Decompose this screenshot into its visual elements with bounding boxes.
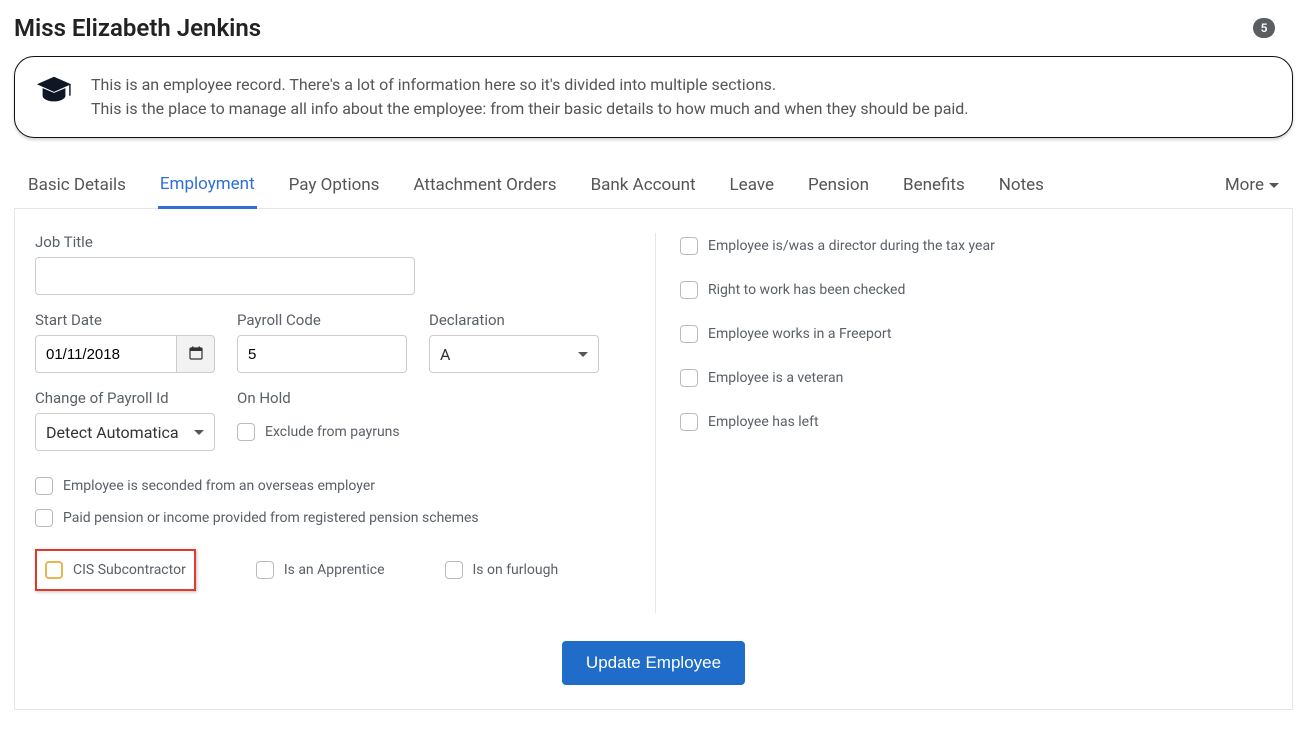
apprentice-checkbox[interactable] xyxy=(256,561,274,579)
chevron-down-icon xyxy=(1269,183,1279,188)
tab-pension[interactable]: Pension xyxy=(806,163,871,207)
furlough-label: Is on furlough xyxy=(473,562,559,578)
declaration-label: Declaration xyxy=(429,311,599,329)
date-picker-button[interactable] xyxy=(177,335,215,373)
director-label: Employee is/was a director during the ta… xyxy=(708,238,995,254)
change-payroll-id-label: Change of Payroll Id xyxy=(35,389,215,407)
tab-pay-options[interactable]: Pay Options xyxy=(287,163,382,207)
tab-benefits[interactable]: Benefits xyxy=(901,163,967,207)
tab-employment[interactable]: Employment xyxy=(158,162,257,209)
apprentice-label: Is an Apprentice xyxy=(284,562,385,578)
payroll-code-label: Payroll Code xyxy=(237,311,407,329)
info-line-1: This is an employee record. There's a lo… xyxy=(91,73,969,97)
exclude-payruns-checkbox[interactable] xyxy=(237,423,255,441)
payroll-code-input[interactable] xyxy=(237,335,407,373)
veteran-label: Employee is a veteran xyxy=(708,370,843,386)
tabs-bar: Basic Details Employment Pay Options Att… xyxy=(14,162,1293,209)
right-to-work-label: Right to work has been checked xyxy=(708,282,905,298)
chevron-down-icon xyxy=(578,352,588,357)
director-checkbox[interactable] xyxy=(680,237,698,255)
declaration-select[interactable]: A xyxy=(429,335,599,373)
tab-notes[interactable]: Notes xyxy=(997,163,1046,207)
info-banner: This is an employee record. There's a lo… xyxy=(14,56,1293,138)
paid-pension-label: Paid pension or income provided from reg… xyxy=(63,510,479,526)
paid-pension-checkbox[interactable] xyxy=(35,509,53,527)
tab-more-label: More xyxy=(1225,175,1264,195)
seconded-checkbox[interactable] xyxy=(35,477,53,495)
page-title: Miss Elizabeth Jenkins xyxy=(14,14,261,42)
notification-badge[interactable]: 5 xyxy=(1253,18,1275,38)
seconded-label: Employee is seconded from an overseas em… xyxy=(63,478,375,494)
start-date-label: Start Date xyxy=(35,311,215,329)
on-hold-label: On Hold xyxy=(237,389,439,407)
cis-subcontractor-checkbox[interactable] xyxy=(45,561,63,579)
cis-subcontractor-label: CIS Subcontractor xyxy=(73,562,186,578)
tab-bank-account[interactable]: Bank Account xyxy=(589,163,698,207)
employment-panel: Job Title Start Date xyxy=(14,209,1293,710)
graduation-cap-icon xyxy=(35,73,73,111)
update-employee-button[interactable]: Update Employee xyxy=(562,641,745,685)
right-to-work-checkbox[interactable] xyxy=(680,281,698,299)
employee-left-label: Employee has left xyxy=(708,414,819,430)
change-payroll-id-select[interactable]: Detect Automatica xyxy=(35,413,215,451)
start-date-input[interactable] xyxy=(35,335,177,373)
freeport-label: Employee works in a Freeport xyxy=(708,326,892,342)
employee-left-checkbox[interactable] xyxy=(680,413,698,431)
info-line-2: This is the place to manage all info abo… xyxy=(91,97,969,121)
cis-highlight: CIS Subcontractor xyxy=(35,549,196,591)
tab-attachment-orders[interactable]: Attachment Orders xyxy=(411,163,558,207)
tab-leave[interactable]: Leave xyxy=(728,163,776,207)
exclude-payruns-label: Exclude from payruns xyxy=(265,424,400,440)
freeport-checkbox[interactable] xyxy=(680,325,698,343)
calendar-icon xyxy=(189,345,203,364)
change-payroll-id-value: Detect Automatica xyxy=(46,423,179,442)
job-title-input[interactable] xyxy=(35,257,415,295)
veteran-checkbox[interactable] xyxy=(680,369,698,387)
tab-basic-details[interactable]: Basic Details xyxy=(26,163,128,207)
declaration-value: A xyxy=(440,345,450,364)
chevron-down-icon xyxy=(194,430,204,435)
furlough-checkbox[interactable] xyxy=(445,561,463,579)
job-title-label: Job Title xyxy=(35,233,415,251)
tab-more[interactable]: More xyxy=(1223,163,1281,207)
